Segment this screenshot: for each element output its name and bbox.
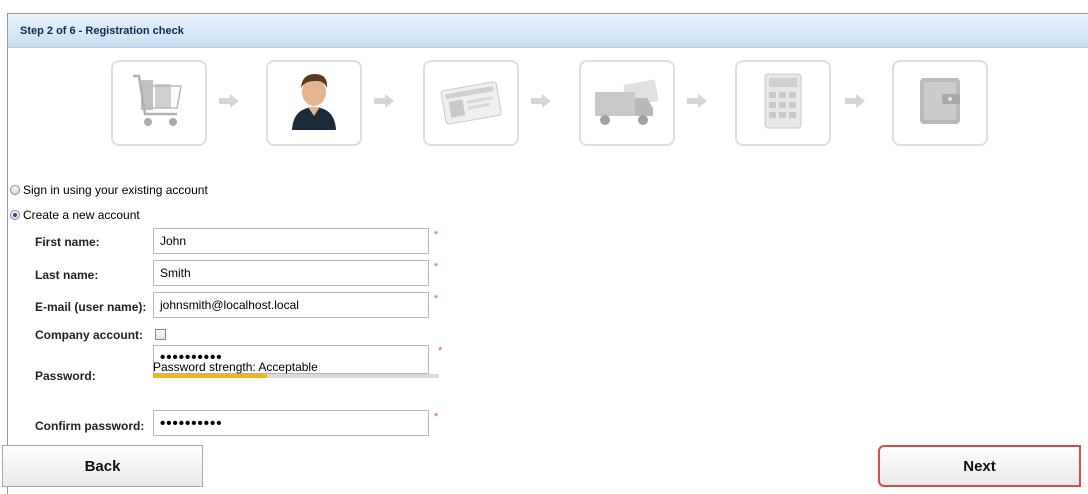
step-wallet — [892, 60, 988, 146]
truck-icon — [595, 79, 659, 125]
confirm-password-label: Confirm password: — [35, 419, 145, 433]
password-label: Password: — [35, 369, 96, 383]
sign-in-radio[interactable] — [10, 185, 20, 195]
company-account-label: Company account: — [35, 328, 144, 342]
calculator-icon — [764, 73, 802, 129]
shopping-cart-icon — [133, 74, 182, 126]
sign-in-label[interactable]: Sign in using your existing account — [23, 183, 208, 197]
user-icon — [292, 74, 336, 130]
confirm-password-field[interactable]: •••••••••• — [153, 410, 429, 436]
last-name-label: Last name: — [35, 268, 99, 282]
next-button[interactable]: Next — [878, 445, 1081, 487]
first-name-field[interactable]: John — [153, 228, 429, 254]
arrow-right-icon — [687, 94, 707, 108]
arrow-right-icon — [845, 94, 865, 108]
back-button[interactable]: Back — [2, 445, 203, 487]
step-title: Step 2 of 6 - Registration check — [20, 25, 184, 37]
arrow-right-icon — [374, 94, 394, 108]
required-marker: * — [438, 345, 443, 357]
step-user — [266, 60, 362, 146]
password-strength-bar — [153, 374, 439, 378]
step-id-card — [423, 60, 519, 146]
step-calculator — [735, 60, 831, 146]
email-field[interactable]: johnsmith@localhost.local — [153, 292, 429, 318]
required-marker: * — [434, 261, 439, 273]
arrow-right-icon — [219, 94, 239, 108]
sign-in-option[interactable]: Sign in using your existing account — [10, 183, 208, 197]
first-name-label: First name: — [35, 235, 100, 249]
wizard-header: Step 2 of 6 - Registration check — [8, 14, 1088, 48]
wallet-icon — [920, 78, 960, 124]
password-strength-fill — [153, 374, 268, 378]
required-marker: * — [434, 293, 439, 305]
create-account-label[interactable]: Create a new account — [23, 208, 140, 222]
company-account-checkbox[interactable] — [155, 329, 166, 340]
email-label: E-mail (user name): — [35, 300, 147, 314]
password-strength-text: Password strength: Acceptable — [153, 360, 318, 374]
step-shipping — [579, 60, 675, 146]
required-marker: * — [434, 411, 439, 423]
last-name-field[interactable]: Smith — [153, 260, 429, 286]
arrow-right-icon — [531, 94, 551, 108]
step-cart — [111, 60, 207, 146]
create-account-radio[interactable] — [10, 210, 20, 220]
create-account-option[interactable]: Create a new account — [10, 208, 140, 222]
required-marker: * — [434, 229, 439, 241]
id-card-icon — [440, 81, 502, 125]
